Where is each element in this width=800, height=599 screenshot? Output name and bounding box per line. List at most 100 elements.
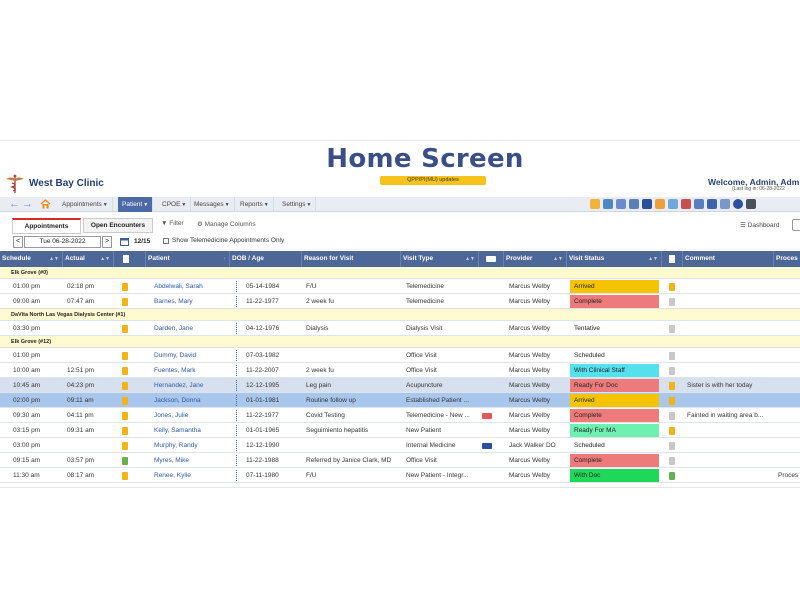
more-options-icon[interactable] [236,395,239,406]
tab-open-encounters[interactable]: Open Encounters [83,218,153,233]
notes-icon[interactable] [669,427,675,435]
col-visit-status[interactable]: Visit Status ▲▼ [567,251,662,267]
more-options-icon[interactable] [236,323,239,334]
patient-name-link[interactable]: Jackson, Donna [153,393,233,408]
document-icon[interactable] [122,427,128,435]
stethoscope-icon[interactable] [681,199,691,209]
more-options-icon[interactable] [236,380,239,391]
document-icon[interactable] [122,457,128,465]
visit-status-badge[interactable]: With Doc [570,469,659,482]
patient-name-link[interactable]: Abdelwali, Sarah [153,279,233,294]
update-banner[interactable]: QPP/PI(MU) updates [380,176,486,185]
video-camera-icon[interactable] [482,443,492,449]
notes-icon[interactable] [669,382,675,390]
table-row[interactable]: 03:15 pm 09:31 am Kelly, Samantha 01-01-196… [0,423,800,438]
menu-messages[interactable]: Messages▼ [190,197,235,212]
expand-panel-button[interactable] [792,219,800,231]
people-icon[interactable] [668,199,678,209]
notes-icon[interactable] [669,283,675,291]
document-icon[interactable] [122,442,128,450]
filter-button[interactable]: ▼ Filter [161,220,184,227]
power-icon[interactable] [746,199,756,209]
col-provider[interactable]: Provider ▲▼ [504,251,567,267]
forward-arrow-icon[interactable]: → [22,198,33,210]
notes-icon[interactable] [669,367,675,375]
list-icon[interactable] [720,199,730,209]
notes-icon[interactable] [669,412,675,420]
visit-status-badge[interactable]: Complete [570,295,659,308]
menu-settings[interactable]: Settings▼ [278,197,317,212]
more-options-icon[interactable] [236,365,239,376]
monitor-icon[interactable] [616,199,626,209]
visit-status-badge[interactable]: Scheduled [570,439,659,452]
document-icon[interactable] [122,397,128,405]
table-row[interactable]: 11:30 am 08:17 am Renee, Kylie 07-11-1980 F/… [0,468,800,483]
col-process[interactable]: Proces [774,251,800,267]
col-doc[interactable] [114,251,146,267]
user-card-icon[interactable] [655,199,665,209]
table-row[interactable]: 03:30 pm Darden, Jane 04-12-1976 Dialysis Di… [0,321,800,336]
table-row[interactable]: 09:15 am 03:57 pm Myres, Mike 11-22-1988 Ref… [0,453,800,468]
coin-icon[interactable] [590,199,600,209]
more-options-icon[interactable] [236,296,239,307]
patient-name-link[interactable]: Jones, Julie [153,408,233,423]
bar-chart-icon[interactable] [603,199,613,209]
visit-status-badge[interactable]: Arrived [570,280,659,293]
patient-name-link[interactable]: Fuentes, Mark [153,363,233,378]
visit-status-badge[interactable]: Scheduled [570,349,659,362]
table-row[interactable]: 10:00 am 12:51 pm Fuentes, Mark 11-22-2007 2… [0,363,800,378]
manage-columns-button[interactable]: ⚙ Manage Columns [197,220,256,228]
video-camera-icon[interactable] [482,413,492,419]
menu-cpoe[interactable]: CPOE▼ [158,197,192,212]
document-icon[interactable] [122,325,128,333]
notes-icon[interactable] [669,298,675,306]
table-row[interactable]: 03:00 pm Murphy, Randy 12-12-1990 Internal … [0,438,800,453]
visit-status-badge[interactable]: Tentative [570,322,659,335]
document-icon[interactable] [122,472,128,480]
col-notes[interactable] [662,251,683,267]
patient-name-link[interactable]: Kelly, Samantha [153,423,233,438]
col-video[interactable] [479,251,504,267]
visit-status-badge[interactable]: Arrived [570,394,659,407]
document-icon[interactable] [122,352,128,360]
notes-icon[interactable] [669,472,675,480]
back-arrow-icon[interactable]: ← [9,198,20,210]
notes-icon[interactable] [669,325,675,333]
calendar-grid-icon[interactable] [629,199,639,209]
col-dob-age[interactable]: DOB / Age [230,251,302,267]
patient-name-link[interactable]: Myres, Mike [153,453,233,468]
date-prev-button[interactable]: < [13,236,23,248]
table-row[interactable]: 10:45 am 04:23 pm Hernandez, Jane 12-12-199… [0,378,800,393]
patient-name-link[interactable]: Darden, Jane [153,321,233,336]
telemedicine-checkbox[interactable] [163,238,169,244]
col-reason[interactable]: Reason for Visit [302,251,401,267]
col-visit-type[interactable]: Visit Type ▲▼ [401,251,479,267]
more-options-icon[interactable] [236,281,239,292]
col-comment[interactable]: Comment [683,251,774,267]
notes-icon[interactable] [669,457,675,465]
more-options-icon[interactable] [236,455,239,466]
date-next-button[interactable]: > [102,236,112,248]
patient-name-link[interactable]: Hernandez, Jane [153,378,233,393]
document-icon[interactable] [122,298,128,306]
calendar-icon[interactable] [120,237,129,246]
notes-icon[interactable] [669,352,675,360]
more-options-icon[interactable] [236,470,239,481]
info-icon[interactable] [733,199,743,209]
table-row[interactable]: 09:30 am 04:11 pm Jones, Julie 11-22-1977 Co… [0,408,800,423]
document-icon[interactable] [122,367,128,375]
patient-name-link[interactable]: Barnes, Mary [153,294,233,309]
document-icon[interactable] [122,382,128,390]
visit-status-badge[interactable]: Ready For Doc [570,379,659,392]
tab-appointments[interactable]: Appointments [12,218,81,234]
visit-status-badge[interactable]: Ready For MA [570,424,659,437]
menu-patient[interactable]: Patient▼ [118,197,154,212]
home-icon[interactable] [40,199,51,209]
dashboard-button[interactable]: ☰ Dashboard [740,221,779,229]
col-actual[interactable]: Actual ▲▼ [63,251,114,267]
col-schedule[interactable]: Schedule ▲▼ [0,251,63,267]
rx-icon[interactable] [707,199,717,209]
patient-name-link[interactable]: Renee, Kylie [153,468,233,483]
menu-appointments[interactable]: Appointments▼ [58,197,113,212]
document-icon[interactable] [122,412,128,420]
